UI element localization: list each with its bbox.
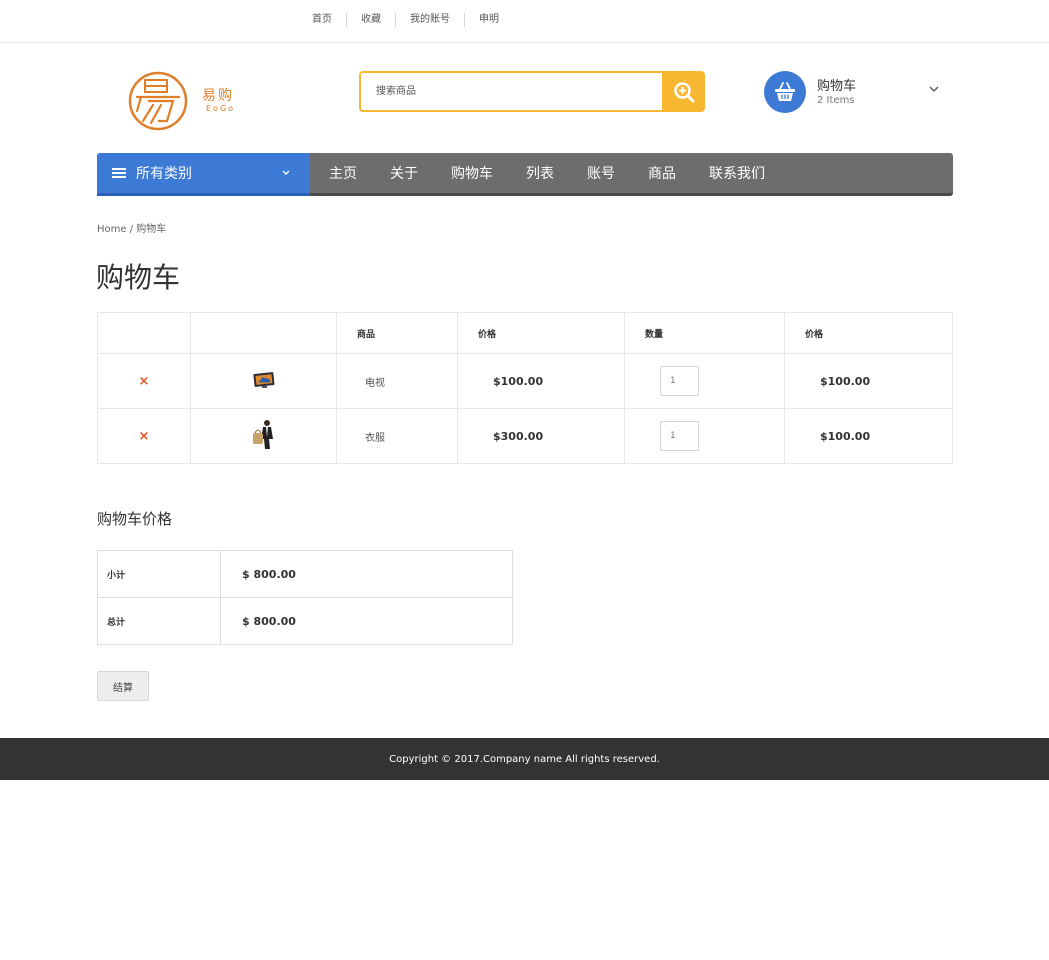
nav-item-home[interactable]: 主页: [310, 163, 357, 183]
column-header-image: [190, 312, 337, 354]
nav-item-cart[interactable]: 购物车: [432, 163, 493, 183]
page-title: 购物车: [96, 261, 181, 294]
header-cart[interactable]: 购物车 2 Items: [764, 71, 954, 113]
checkout-button[interactable]: 结算: [97, 671, 149, 701]
column-header-price: 价格: [457, 312, 625, 354]
logo-english: EoGo: [206, 104, 236, 113]
search-bar: [359, 71, 705, 112]
nav-items: 主页 关于 购物车 列表 账号 商品 联系我们: [310, 153, 779, 193]
top-link-statement[interactable]: 申明: [464, 13, 513, 27]
header-cart-count: 2 Items: [817, 95, 855, 106]
nav-item-account[interactable]: 账号: [568, 163, 615, 183]
top-link-my-account[interactable]: 我的账号: [395, 13, 464, 27]
column-header-product: 商品: [336, 312, 458, 354]
quantity-input[interactable]: [660, 366, 699, 396]
remove-cell: ×: [97, 408, 191, 464]
logo[interactable]: [127, 71, 189, 131]
product-price: $100.00: [457, 353, 625, 409]
header-cart-title: 购物车: [817, 79, 857, 94]
remove-item-button[interactable]: ×: [139, 429, 150, 444]
footer-copyright: Copyright © 2017.Company name All rights…: [389, 753, 660, 765]
search-input[interactable]: [359, 71, 663, 112]
logo-text: 易购 EoGo: [202, 88, 242, 113]
search-plus-icon: [673, 81, 694, 102]
top-link-favorites[interactable]: 收藏: [346, 13, 395, 27]
product-name[interactable]: 衣服: [336, 408, 458, 464]
total-label: 总计: [97, 597, 221, 645]
footer: Copyright © 2017.Company name All rights…: [0, 738, 1049, 780]
subtotal-row: 小计 $ 800.00: [97, 550, 513, 598]
cart-table-header: 商品 价格 数量 价格: [97, 312, 953, 354]
column-header-quantity: 数量: [624, 312, 785, 354]
column-header-remove: [97, 312, 191, 354]
top-link-home[interactable]: 首页: [303, 13, 346, 27]
product-name[interactable]: 电视: [336, 353, 458, 409]
all-categories-menu[interactable]: 所有类别: [97, 153, 310, 196]
cart-icon-circle: [764, 71, 806, 113]
logo-chinese: 易购: [202, 88, 234, 104]
product-price: $300.00: [457, 408, 625, 464]
top-links: 首页 收藏 我的账号 申明: [303, 13, 513, 27]
chevron-down-icon[interactable]: [928, 83, 940, 95]
clothes-thumbnail[interactable]: [251, 419, 277, 451]
table-row: × 电视 $100.00 $100.00: [97, 353, 953, 409]
nav-item-contact[interactable]: 联系我们: [690, 163, 765, 183]
logo-mark-icon: [128, 71, 188, 131]
nav-item-products[interactable]: 商品: [629, 163, 676, 183]
top-bar: 首页 收藏 我的账号 申明: [0, 0, 1049, 43]
quantity-input[interactable]: [660, 421, 699, 451]
cart-totals-table: 小计 $ 800.00 总计 $ 800.00: [97, 550, 513, 645]
search-button[interactable]: [662, 71, 705, 112]
cart-totals-title: 购物车价格: [97, 510, 173, 528]
table-row: × 衣服 $300.00 $100.00: [97, 408, 953, 464]
breadcrumb[interactable]: Home / 购物车: [97, 220, 166, 235]
thumbnail-cell: [190, 408, 337, 464]
all-categories-label: 所有类别: [136, 166, 192, 182]
nav-item-about[interactable]: 关于: [371, 163, 418, 183]
thumbnail-cell: [190, 353, 337, 409]
subtotal-label: 小计: [97, 550, 221, 598]
chevron-down-icon: [282, 170, 290, 175]
product-subtotal: $100.00: [784, 353, 953, 409]
cart-table: 商品 价格 数量 价格 × 电视 $100.00 $1: [97, 312, 953, 464]
total-row: 总计 $ 800.00: [97, 597, 513, 645]
remove-cell: ×: [97, 353, 191, 409]
quantity-cell: [624, 353, 785, 409]
basket-icon: [775, 82, 795, 101]
total-value: $ 800.00: [220, 597, 513, 645]
quantity-cell: [624, 408, 785, 464]
tv-thumbnail[interactable]: [252, 371, 275, 389]
remove-item-button[interactable]: ×: [139, 374, 150, 389]
nav-item-list[interactable]: 列表: [507, 163, 554, 183]
column-header-subtotal: 价格: [784, 312, 953, 354]
subtotal-value: $ 800.00: [220, 550, 513, 598]
product-subtotal: $100.00: [784, 408, 953, 464]
main-nav: 所有类别 主页 关于 购物车 列表 账号 商品 联系我们: [97, 153, 953, 196]
hamburger-icon: [112, 168, 126, 178]
